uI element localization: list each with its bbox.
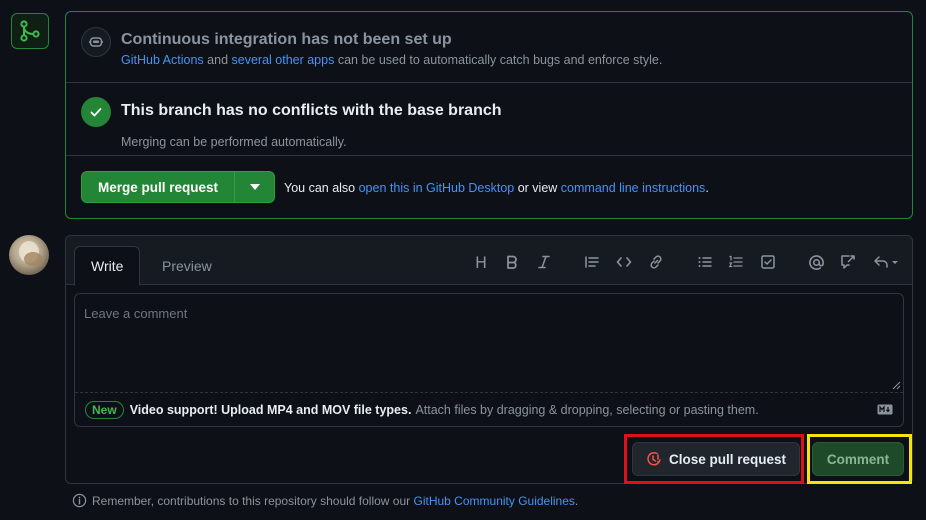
bold-icon[interactable] <box>500 251 524 273</box>
avatar[interactable] <box>9 235 49 275</box>
close-pull-request-label: Close pull request <box>668 451 787 467</box>
comment-textarea[interactable] <box>75 294 903 392</box>
footer-end: . <box>574 493 579 508</box>
quote-icon[interactable] <box>580 251 604 273</box>
ci-subtitle-rest: can be used to automatically catch bugs … <box>334 53 663 67</box>
merge-alt-text3: . <box>705 181 709 195</box>
merge-alternatives-text: You can also open this in GitHub Desktop… <box>284 181 709 195</box>
conflicts-title: This branch has no conflicts with the ba… <box>121 102 502 119</box>
triangle-down-icon <box>249 184 260 190</box>
other-apps-link[interactable]: several other apps <box>232 53 335 67</box>
git-merge-icon-box <box>11 13 49 49</box>
reference-icon[interactable] <box>836 251 860 273</box>
comment-button[interactable]: Comment <box>812 442 904 476</box>
unordered-list-icon[interactable] <box>693 251 717 273</box>
conflicts-subtitle: Merging can be performed automatically. <box>121 135 347 149</box>
pull-request-closed-icon <box>647 452 661 466</box>
conflicts-section: This branch has no conflicts with the ba… <box>66 83 912 156</box>
merge-box: Continuous integration has not been set … <box>65 11 913 219</box>
github-actions-link[interactable]: GitHub Actions <box>121 53 204 67</box>
attach-files-bar[interactable]: New Video support! Upload MP4 and MOV fi… <box>75 392 903 427</box>
git-merge-icon <box>20 20 40 42</box>
check-circle-icon <box>81 97 111 127</box>
resize-grip-icon[interactable] <box>891 380 901 390</box>
markdown-icon[interactable] <box>877 404 893 415</box>
reply-icon[interactable] <box>871 251 903 273</box>
merge-alt-text1: You can also <box>284 181 359 195</box>
ci-title: Continuous integration has not been set … <box>121 31 452 48</box>
merge-pull-request-button[interactable]: Merge pull request <box>82 172 235 202</box>
tab-preview[interactable]: Preview <box>146 246 228 286</box>
ordered-list-icon[interactable] <box>724 251 748 273</box>
comment-box-header: Write Preview H <box>66 236 912 286</box>
info-icon <box>72 493 87 508</box>
tab-write[interactable]: Write <box>74 246 141 286</box>
merge-alt-text2: or view <box>514 181 561 195</box>
merge-options-dropdown[interactable] <box>234 172 274 202</box>
community-guidelines-link[interactable]: GitHub Community Guidelines <box>414 494 575 508</box>
robot-icon <box>81 27 111 57</box>
italic-icon[interactable] <box>532 251 556 273</box>
link-icon[interactable] <box>644 251 668 273</box>
contribution-guidelines-note: Remember, contributions to this reposito… <box>72 493 578 508</box>
video-support-text: Video support! Upload MP4 and MOV file t… <box>129 403 412 417</box>
merge-button-group: Merge pull request <box>81 171 276 203</box>
task-list-icon[interactable] <box>756 251 780 273</box>
ci-section: Continuous integration has not been set … <box>66 12 912 83</box>
comment-box: Write Preview H Leave a comment New Vide… <box>65 235 913 484</box>
mention-icon[interactable] <box>804 251 828 273</box>
attach-files-text: Attach files by dragging & dropping, sel… <box>415 403 759 417</box>
command-line-instructions-link[interactable]: command line instructions <box>561 181 706 195</box>
code-icon[interactable] <box>612 251 636 273</box>
open-github-desktop-link[interactable]: open this in GitHub Desktop <box>359 181 515 195</box>
ci-subtitle: GitHub Actions and several other apps ca… <box>121 53 662 67</box>
comment-editor: New Video support! Upload MP4 and MOV fi… <box>74 293 904 427</box>
new-badge: New <box>85 401 124 419</box>
merge-action-section: Merge pull request You can also open thi… <box>66 156 912 219</box>
ci-subtitle-and: and <box>203 53 232 67</box>
close-pull-request-button[interactable]: Close pull request <box>632 442 800 476</box>
heading-icon[interactable]: H <box>469 251 493 273</box>
heading-glyph: H <box>474 252 488 272</box>
footer-text: Remember, contributions to this reposito… <box>92 493 414 508</box>
